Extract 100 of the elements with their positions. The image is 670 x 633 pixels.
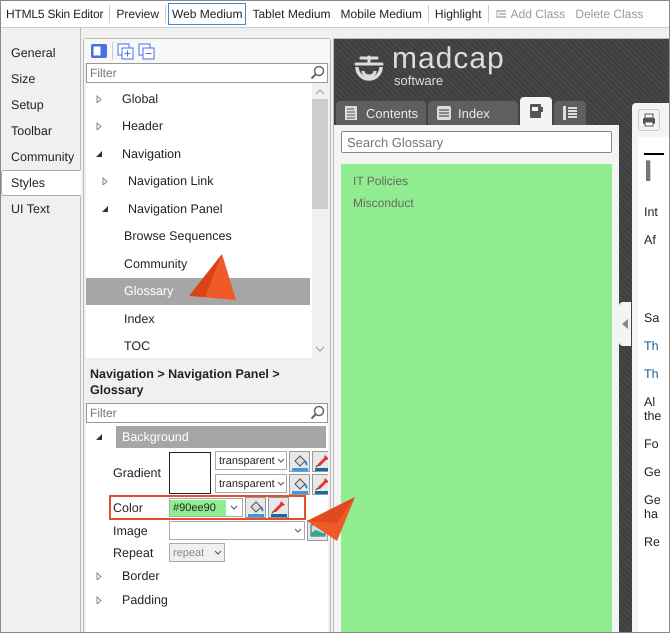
list-icon: [436, 105, 452, 121]
dropdown[interactable]: transparent: [215, 451, 287, 470]
color-picker-icon: [314, 452, 328, 470]
scroll-up-icon[interactable]: [315, 89, 325, 95]
preview-button[interactable]: Preview: [112, 3, 163, 25]
scrollbar[interactable]: [312, 83, 328, 358]
smiling-cap-logo-icon: [352, 53, 386, 83]
side-tab[interactable]: General: [1, 40, 81, 66]
side-tab[interactable]: UI Text: [1, 196, 81, 222]
paragraph: Re: [644, 535, 661, 549]
collapse-all-icon[interactable]: [138, 42, 155, 60]
filter-field[interactable]: Filter: [86, 403, 328, 423]
gradient-swatch[interactable]: [169, 452, 211, 494]
property-group[interactable]: Border: [116, 565, 326, 587]
property-group[interactable]: Padding: [116, 589, 326, 611]
expand-all-icon[interactable]: [117, 42, 134, 60]
dropdown[interactable]: transparent: [215, 474, 287, 493]
print-button[interactable]: [638, 109, 660, 131]
paragraph: Int: [644, 205, 659, 219]
panel-toggle-icon[interactable]: [90, 43, 108, 59]
text-link[interactable]: Th: [644, 367, 669, 381]
page-heading: I: [644, 155, 654, 189]
fill-button[interactable]: [289, 474, 310, 495]
color-dropdown[interactable]: #90ee90: [169, 498, 243, 517]
fill-button[interactable]: [245, 497, 266, 518]
text-link[interactable]: Th: [644, 339, 669, 353]
device-tab[interactable]: Mobile Medium: [336, 3, 426, 25]
side-tab[interactable]: Setup: [1, 92, 81, 118]
side-tab[interactable]: Styles: [1, 170, 81, 196]
paragraph: Af: [644, 233, 657, 247]
color-picker-icon: [270, 498, 288, 516]
fill-button[interactable]: [289, 451, 310, 472]
list-add-icon: [494, 8, 507, 20]
callout-arrow-icon: [307, 497, 355, 541]
color-picker-icon: [314, 476, 328, 494]
printer-icon: [642, 113, 656, 127]
tree-item[interactable]: Header: [116, 116, 312, 136]
logo-subtitle: software: [394, 74, 444, 86]
color-value: #90ee90: [170, 500, 226, 516]
collapsed-arrow-icon[interactable]: [95, 572, 103, 580]
glossary-term[interactable]: IT Policies: [353, 174, 600, 188]
paragraph: Al the: [644, 395, 662, 423]
tree-item[interactable]: TOC: [118, 336, 312, 356]
icon-tab[interactable]: [554, 101, 586, 125]
caret-icon: [214, 550, 222, 555]
paragraph: Fo: [644, 437, 660, 451]
property-label: Color: [113, 500, 144, 514]
list-icon: [562, 105, 578, 121]
paragraph: Ge ha: [644, 493, 662, 521]
tree-item[interactable]: Navigation: [116, 144, 312, 164]
expanded-arrow-icon[interactable]: [95, 150, 103, 158]
expanded-arrow-icon[interactable]: [95, 433, 103, 441]
tree-item[interactable]: Browse Sequences: [118, 226, 312, 246]
tree-item[interactable]: Global: [116, 88, 312, 109]
paint-bucket-icon: [290, 452, 308, 470]
pick-color-button[interactable]: [312, 451, 328, 472]
tree-item[interactable]: Navigation Link: [122, 171, 312, 192]
pick-color-button[interactable]: [268, 497, 289, 518]
collapsed-arrow-icon[interactable]: [101, 177, 109, 186]
paragraph: Sa: [644, 311, 660, 325]
collapse-handle[interactable]: [619, 302, 631, 346]
collapsed-arrow-icon[interactable]: [95, 94, 103, 103]
collapsed-arrow-icon[interactable]: [95, 596, 103, 604]
panel-tab[interactable]: Contents: [336, 101, 426, 125]
pick-color-button[interactable]: [312, 474, 328, 495]
callout-arrow-icon: [189, 254, 236, 300]
caret-icon: [276, 458, 285, 463]
device-tab[interactable]: Web Medium: [168, 3, 246, 25]
paragraph: Ge: [644, 465, 662, 479]
breadcrumb: Navigation > Navigation Panel > Glossary: [89, 366, 281, 399]
search-icon: [310, 65, 325, 80]
caret-icon: [230, 505, 238, 510]
caret-icon: [294, 528, 302, 533]
property-label: Gradient: [113, 466, 162, 480]
side-tab[interactable]: Toolbar: [1, 118, 81, 144]
editor-title: HTML5 Skin Editor: [5, 6, 104, 23]
search-field[interactable]: Search Glossary: [341, 131, 612, 153]
icon-tab[interactable]: [520, 97, 552, 125]
caret-icon: [276, 481, 285, 486]
property-label: Repeat: [113, 546, 154, 560]
document-icon: [344, 105, 360, 121]
logo-text: madcap: [392, 44, 505, 74]
tree-item[interactable]: Index: [118, 308, 312, 329]
scroll-down-icon[interactable]: [315, 346, 325, 352]
paint-bucket-icon: [246, 498, 264, 516]
device-tab[interactable]: Tablet Medium: [248, 3, 335, 25]
side-tab[interactable]: Community: [1, 144, 81, 170]
glossary-term[interactable]: Misconduct: [353, 196, 600, 210]
paint-bucket-icon: [290, 476, 308, 494]
tree-item[interactable]: Community: [118, 254, 312, 274]
panel-tab[interactable]: Index: [428, 101, 518, 125]
collapse-arrow-icon: [622, 319, 628, 329]
highlight-button[interactable]: Highlight: [430, 3, 486, 25]
side-tab[interactable]: Size: [1, 66, 81, 92]
collapsed-arrow-icon[interactable]: [95, 122, 103, 130]
search-icon: [310, 405, 325, 420]
book-icon: [528, 103, 544, 119]
filter-field[interactable]: Filter: [86, 63, 328, 83]
tree-item[interactable]: Navigation Panel: [122, 198, 312, 219]
expanded-arrow-icon[interactable]: [101, 204, 109, 213]
